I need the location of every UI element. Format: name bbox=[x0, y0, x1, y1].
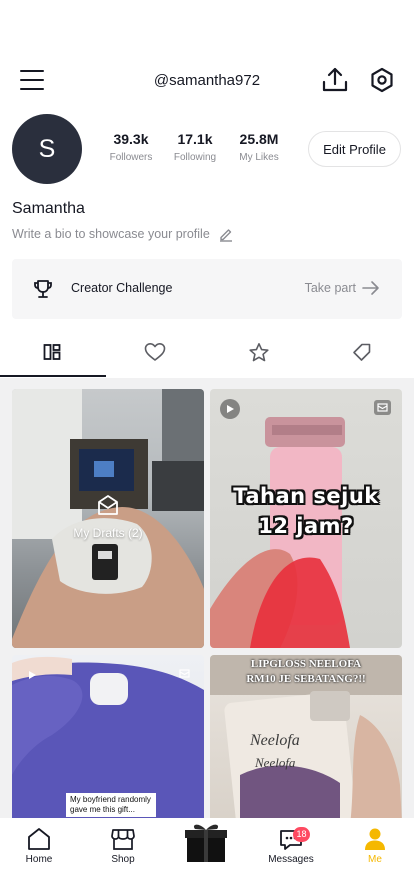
drafts-overlay: My Drafts (2) bbox=[12, 494, 204, 540]
edit-profile-button[interactable]: Edit Profile bbox=[308, 131, 401, 167]
heart-icon bbox=[144, 343, 166, 361]
draft-box-icon bbox=[374, 400, 391, 415]
nav-messages-label: Messages bbox=[268, 854, 314, 865]
tab-videos[interactable] bbox=[0, 328, 104, 376]
followers-stat[interactable]: 39.3k Followers bbox=[101, 131, 161, 163]
nav-messages[interactable]: 18 Messages bbox=[256, 826, 326, 865]
followers-count: 39.3k bbox=[113, 131, 149, 147]
arrow-right-icon bbox=[362, 281, 379, 295]
tumbler-caption-line2: 12 jam? bbox=[258, 514, 354, 538]
following-stat[interactable]: 17.1k Following bbox=[165, 131, 225, 163]
likes-stat[interactable]: 25.8M My Likes bbox=[229, 131, 289, 163]
profile-tabs bbox=[0, 328, 414, 378]
nav-me-label: Me bbox=[368, 854, 382, 865]
tab-liked[interactable] bbox=[104, 328, 208, 376]
tumbler-caption: Tahan sejuk 12 jam? bbox=[210, 481, 402, 541]
draft-envelope-icon bbox=[98, 495, 118, 515]
followers-label: Followers bbox=[109, 152, 153, 163]
top-bar: @samantha972 bbox=[0, 62, 414, 102]
svg-text:Neelofa: Neelofa bbox=[249, 732, 300, 749]
star-icon bbox=[249, 342, 269, 361]
svg-text:Neelofa: Neelofa bbox=[254, 755, 296, 770]
shop-icon bbox=[111, 829, 135, 850]
drafts-tile[interactable]: My Drafts (2) bbox=[12, 389, 204, 648]
video-tile-tumbler[interactable]: Tahan sejuk 12 jam? bbox=[210, 389, 402, 648]
bio-edit-row[interactable]: Write a bio to showcase your profile bbox=[12, 226, 234, 242]
following-count: 17.1k bbox=[177, 131, 213, 147]
tag-icon bbox=[353, 343, 371, 361]
challenge-title: Creator Challenge bbox=[71, 281, 173, 295]
video-grid: My Drafts (2) Tahan sejuk 12 jam? My boy… bbox=[0, 378, 414, 818]
drafts-label: My Drafts (2) bbox=[73, 526, 143, 540]
home-icon bbox=[28, 828, 50, 850]
nav-shop-label: Shop bbox=[111, 854, 135, 865]
take-part-link[interactable]: Take part bbox=[305, 281, 356, 295]
bag-caption: My boyfriend randomly gave me this gift.… bbox=[66, 793, 156, 817]
draft-box-icon-small bbox=[176, 666, 193, 681]
person-icon bbox=[365, 828, 385, 850]
video-tile-lipgloss[interactable]: Neelofa Neelofa LIPGLOSS NEELOFA RM10 JE… bbox=[210, 655, 402, 818]
lipgloss-caption-line2: RM10 JE SEBATANG?!! bbox=[246, 673, 366, 685]
username-title: @samantha972 bbox=[153, 72, 261, 89]
nav-home[interactable]: Home bbox=[4, 826, 74, 865]
trophy-icon bbox=[34, 280, 52, 298]
settings-hexagon-icon[interactable] bbox=[369, 67, 395, 93]
play-icon bbox=[220, 399, 240, 419]
following-label: Following bbox=[173, 152, 217, 163]
grid-icon bbox=[43, 344, 61, 360]
nav-gift[interactable] bbox=[171, 822, 241, 869]
play-icon-small bbox=[22, 665, 42, 685]
display-name: Samantha bbox=[12, 200, 85, 217]
likes-count: 25.8M bbox=[239, 131, 279, 147]
video-tile-bag[interactable]: My boyfriend randomly gave me this gift.… bbox=[12, 655, 204, 818]
active-tab-indicator bbox=[0, 375, 106, 377]
creator-challenge-card[interactable]: Creator Challenge Take part bbox=[12, 259, 402, 319]
pencil-icon bbox=[219, 229, 232, 242]
bio-placeholder: Write a bio to showcase your profile bbox=[12, 227, 210, 241]
gift-box-icon bbox=[185, 824, 227, 862]
lipgloss-caption-line1: LIPGLOSS NEELOFA bbox=[250, 658, 362, 670]
lipgloss-caption: LIPGLOSS NEELOFA RM10 JE SEBATANG?!! bbox=[210, 657, 402, 687]
nav-home-label: Home bbox=[25, 854, 53, 865]
tab-tagged[interactable] bbox=[311, 328, 414, 376]
likes-label: My Likes bbox=[239, 152, 279, 163]
nav-me[interactable]: Me bbox=[340, 826, 410, 865]
tab-favorites[interactable] bbox=[207, 328, 311, 376]
nav-shop[interactable]: Shop bbox=[88, 826, 158, 865]
upload-icon[interactable] bbox=[322, 66, 348, 94]
messages-badge: 18 bbox=[293, 827, 310, 842]
bottom-nav: Home Shop 18 Messages Me bbox=[0, 818, 414, 896]
tumbler-caption-line1: Tahan sejuk bbox=[233, 484, 379, 508]
avatar[interactable]: S bbox=[12, 114, 82, 184]
